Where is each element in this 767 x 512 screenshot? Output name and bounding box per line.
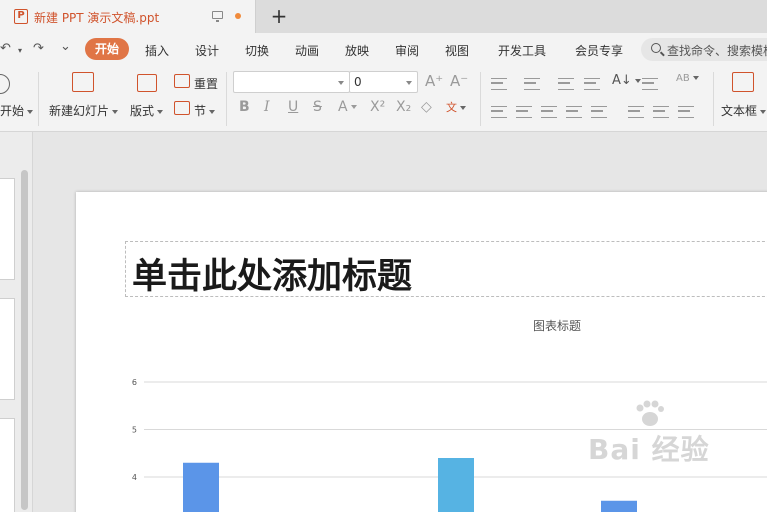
unsaved-indicator [235,13,241,19]
align-right-icon[interactable] [541,106,557,118]
italic-icon[interactable]: I [264,99,270,115]
undo-dropdown-icon[interactable]: ▾ [18,46,22,55]
text-box-icon[interactable] [732,72,754,92]
slide-thumbnail[interactable] [0,298,15,400]
document-title: 新建 PPT 演示文稿.ppt [34,11,160,25]
thumbnail-scrollbar[interactable] [21,170,28,510]
y-tick-label: 5 [132,426,137,435]
undo-icon[interactable]: ↶ [0,41,11,56]
align-center-icon[interactable] [516,106,532,118]
search-placeholder: 查找命令、搜索模板 [667,44,767,58]
superscript-icon[interactable]: X² [370,99,385,115]
menu-slideshow[interactable]: 放映 [345,42,369,59]
menu-insert[interactable]: 插入 [145,42,169,59]
redo-icon[interactable]: ↷ [33,41,44,56]
customize-quick-access-icon[interactable]: ⌄ [60,39,71,54]
phonetic-guide-icon[interactable]: 文 [446,99,466,115]
paragraph-spacing-icon[interactable] [653,106,669,118]
strikethrough-icon[interactable]: S [313,99,322,115]
menu-animation[interactable]: 动画 [295,42,319,59]
ribbon-divider [38,72,39,126]
menu-view[interactable]: 视图 [445,42,469,59]
font-color-icon[interactable]: A [338,99,357,115]
y-tick-label: 6 [132,378,137,387]
chevron-down-icon [338,81,344,85]
monitor-icon[interactable] [212,11,223,22]
bullets-icon[interactable] [491,78,507,90]
line-spacing-icon[interactable] [628,106,644,118]
new-tab-button[interactable]: + [270,4,288,28]
command-search-box[interactable]: 查找命令、搜索模板 [641,38,767,61]
align-left-icon[interactable] [491,106,507,118]
column-icon[interactable] [642,78,658,90]
paw-logo-icon [636,400,664,426]
increase-indent-icon[interactable] [584,78,600,90]
play-icon[interactable] [0,74,10,94]
menu-review[interactable]: 审阅 [395,42,419,59]
ribbon-divider [480,72,481,126]
ribbon-toolbar: 开始 新建幻灯片 版式 重置 节 0 A⁺ A⁻ B I U S A X² X₂… [0,66,767,132]
decrease-indent-icon[interactable] [558,78,574,90]
layout-button[interactable]: 版式 [130,102,164,119]
chart-bar [438,458,474,512]
distributed-icon[interactable] [591,106,607,118]
chart-bar [601,500,637,512]
chart-title: 图表标题 [533,319,581,333]
clear-format-icon[interactable]: ◇ [421,99,432,115]
numbering-icon[interactable] [524,78,540,90]
new-slide-button[interactable]: 新建幻灯片 [49,102,119,119]
document-tab[interactable]: P 新建 PPT 演示文稿.ppt [0,0,256,33]
font-family-select[interactable] [233,71,350,93]
section-button[interactable]: 节 [194,102,216,119]
menu-bar: ↶ ▾ ↷ ⌄ 开始 插入 设计 切换 动画 放映 审阅 视图 开发工具 会员专… [0,33,767,66]
text-align-icon[interactable]: AB [676,73,699,84]
ribbon-divider [713,72,714,126]
slide-thumbnail[interactable] [0,178,15,280]
reset-button[interactable]: 重置 [194,75,218,92]
y-tick-label: 4 [132,473,137,482]
decrease-font-icon[interactable]: A⁻ [450,72,468,90]
vertical-align-icon[interactable] [678,106,694,118]
ribbon-divider [226,72,227,126]
start-slideshow-button[interactable]: 开始 [0,102,34,119]
watermark-logo: Bai 经验 [588,400,710,468]
bold-icon[interactable]: B [239,99,250,115]
search-icon [651,43,661,53]
section-icon[interactable] [174,101,190,115]
watermark-text: Bai 经验 [588,433,710,466]
chevron-down-icon [406,81,412,85]
increase-font-icon[interactable]: A⁺ [425,72,443,90]
slide-thumbnail[interactable] [0,418,15,512]
new-slide-icon[interactable] [72,72,94,92]
slide-thumbnail-panel [0,132,33,512]
reset-icon[interactable] [174,74,190,88]
text-box-button[interactable]: 文本框 [721,102,767,119]
menu-developer[interactable]: 开发工具 [498,42,546,59]
tab-bar: P 新建 PPT 演示文稿.ppt + [0,0,767,33]
subscript-icon[interactable]: X₂ [396,99,411,115]
menu-home[interactable]: 开始 [85,38,130,60]
text-direction-icon[interactable]: A↓ [612,73,641,88]
underline-icon[interactable]: U [288,99,298,115]
font-size-select[interactable]: 0 [349,71,418,93]
justify-icon[interactable] [566,106,582,118]
font-size-value: 0 [354,75,362,89]
layout-icon[interactable] [137,74,157,92]
menu-transition[interactable]: 切换 [245,42,269,59]
menu-member[interactable]: 会员专享 [575,42,623,59]
ppt-file-icon: P [14,9,28,24]
chart-bar [183,462,219,512]
menu-design[interactable]: 设计 [195,42,219,59]
